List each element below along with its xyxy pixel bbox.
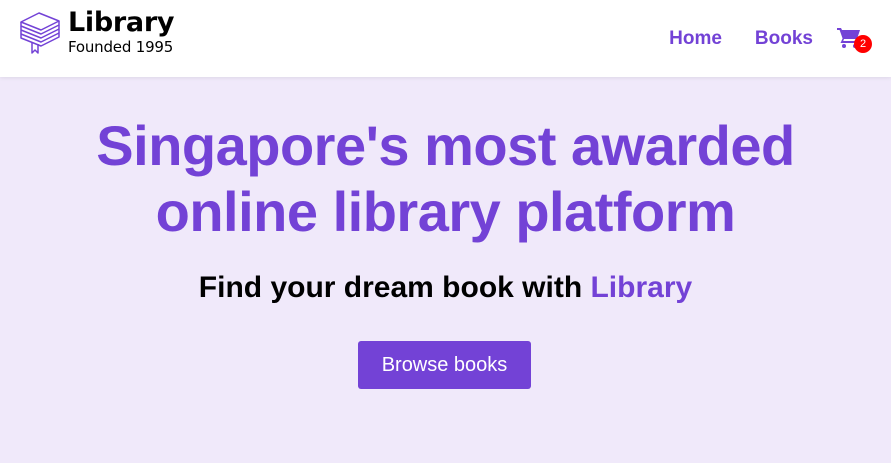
nav-link-books[interactable]: Books (755, 28, 813, 50)
hero-title-line-1: Singapore's most awarded (96, 114, 795, 177)
hero-subtitle-text: Find your dream book with (198, 271, 591, 304)
hero-section: Singapore's most awarded online library … (0, 77, 891, 463)
brand-title: Library (68, 7, 175, 38)
hero-title-line-2: online library platform (155, 180, 736, 243)
brand-text: Library Founded 1995 (68, 7, 175, 57)
browse-books-button[interactable]: Browse books (358, 341, 531, 389)
nav-links: Home Books 2 (669, 0, 873, 77)
cart-count-badge: 2 (854, 34, 872, 53)
brand-logo-link[interactable]: Library Founded 1995 (18, 8, 174, 56)
cart-button[interactable]: 2 (837, 24, 873, 54)
book-stack-icon (20, 12, 60, 54)
brand-subtitle: Founded 1995 (68, 38, 174, 56)
hero-subtitle-accent: Library (590, 271, 693, 304)
navbar: Library Founded 1995 Home Books 2 (0, 0, 891, 77)
hero-title: Singapore's most awarded online library … (0, 113, 891, 245)
hero-subtitle: Find your dream book with Library (0, 270, 891, 306)
nav-link-home[interactable]: Home (669, 28, 722, 50)
